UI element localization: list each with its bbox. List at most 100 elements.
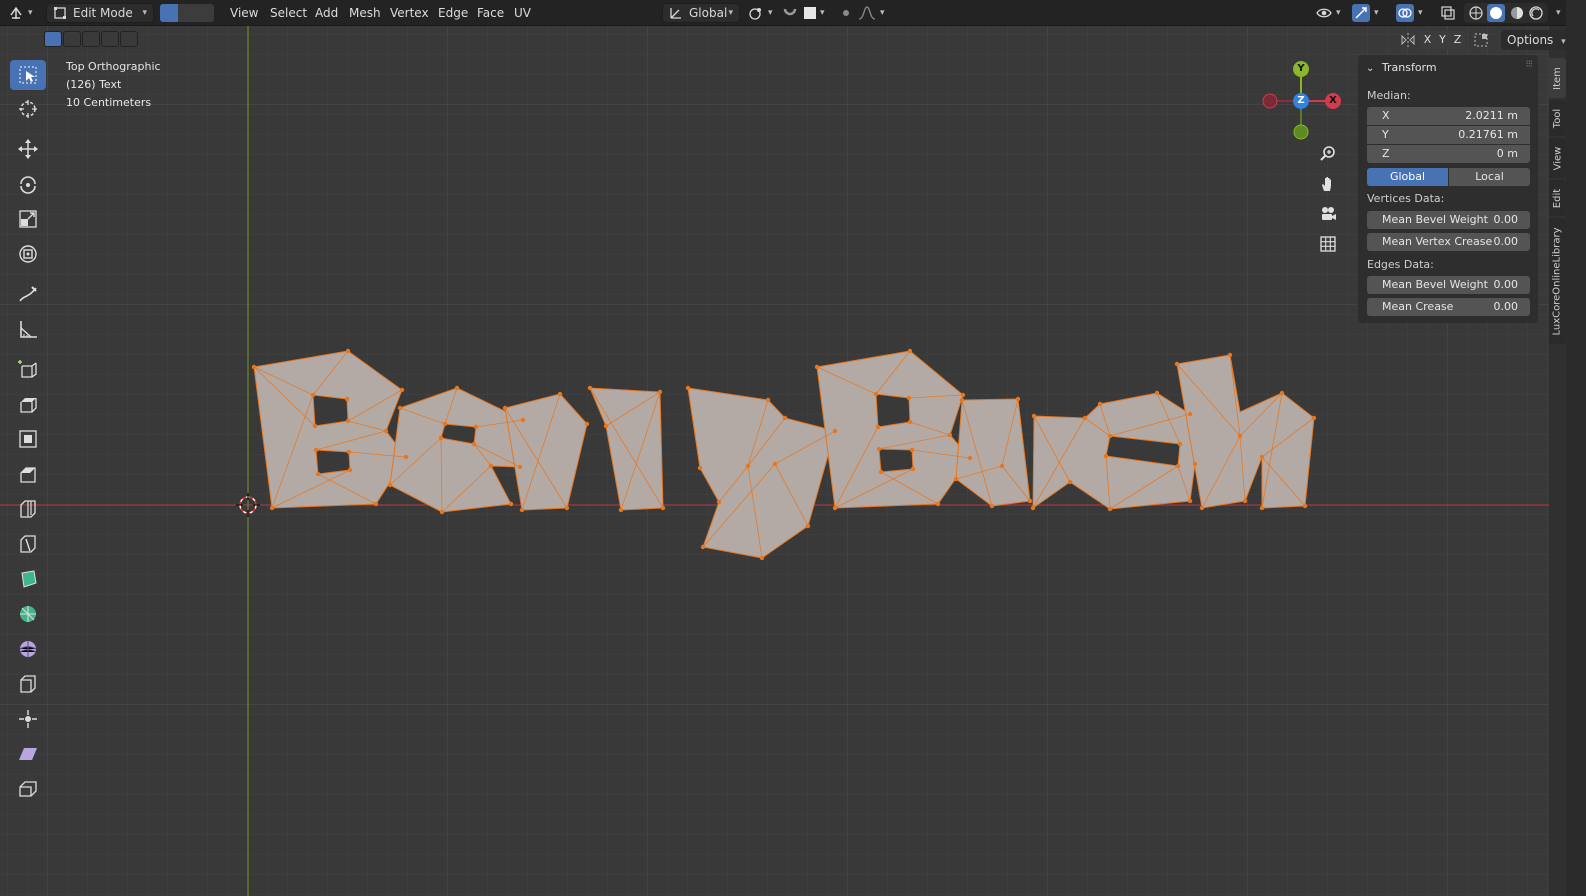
select-new-button[interactable] [44,31,62,47]
select-invert-button[interactable] [101,31,119,47]
tab-luxcore-online-library[interactable]: LuxCoreOnlineLibrary [1549,218,1566,344]
zoom-button[interactable] [1315,141,1341,167]
solid-shading-icon[interactable] [1487,4,1506,22]
cursor-tool[interactable] [10,94,46,124]
bevel-icon [20,467,36,483]
menu-view[interactable]: View [226,3,262,23]
editor-type-button[interactable]: ▾ [8,3,33,23]
edge-select-button[interactable] [178,4,196,22]
gizmo-toggle[interactable]: ▾ [1352,3,1379,23]
scale-tool[interactable] [10,204,46,234]
wireframe-shading-icon[interactable] [1468,5,1484,21]
proportional-edit-toggle[interactable] [838,3,854,23]
select-mode-group [160,3,218,23]
smooth-icon [19,641,37,657]
transform-icon [19,245,37,263]
select-extend-button[interactable] [63,31,81,47]
edge-bevel-weight-field[interactable]: Mean Bevel Weight 0.00 [1367,276,1530,294]
material-shading-icon[interactable] [1509,5,1525,21]
rotate-tool[interactable] [10,169,46,199]
spin-tool[interactable] [10,599,46,629]
gizmo-y-axis[interactable]: Y [1293,61,1309,77]
poly-build-tool[interactable] [10,564,46,594]
drag-handle-icon[interactable]: ⁝⁝⁝ [1525,59,1532,70]
bevel-tool[interactable] [10,459,46,489]
menu-add[interactable]: Add [311,3,342,23]
tab-tool[interactable]: Tool [1549,100,1566,136]
median-y-value: 0.21761 m [1458,128,1518,141]
visibility-dropdown[interactable]: ▾ [1316,3,1341,23]
median-z-field[interactable]: Z 0 m [1367,145,1530,163]
menu-select[interactable]: Select [266,3,311,23]
transform-panel-header[interactable]: ⌄ Transform [1366,59,1437,77]
add-cube-icon [18,360,37,378]
extrude-tool[interactable] [10,389,46,419]
mode-dropdown[interactable]: Edit Mode ▾ [46,3,154,23]
tab-luxcore-label: LuxCoreOnlineLibrary [1552,226,1563,336]
shrink-fatten-tool[interactable] [10,704,46,734]
menu-uv[interactable]: UV [510,3,535,23]
snap-toggle[interactable] [782,3,798,23]
edge-crease-field[interactable]: Mean Crease 0.00 [1367,298,1530,316]
vertex-bevel-weight-key: Mean Bevel Weight [1382,213,1488,226]
tab-view[interactable]: View [1549,138,1566,178]
annotate-tool[interactable] [10,279,46,309]
menu-face[interactable]: Face [473,3,508,23]
mirror-y-button[interactable]: Y [1435,31,1450,49]
topology-mirror-icon[interactable] [1473,32,1489,48]
orientation-dropdown[interactable]: Global ▾ [662,3,740,23]
space-local-button[interactable]: Local [1449,168,1530,186]
tab-item[interactable]: Item [1549,58,1566,98]
tab-edit[interactable]: Edit [1549,180,1566,216]
rendered-shading-icon[interactable] [1528,5,1544,21]
median-z-key: Z [1382,147,1390,160]
median-label: Median: [1367,89,1411,102]
measure-tool[interactable] [10,314,46,344]
smooth-tool[interactable] [10,634,46,664]
pan-button[interactable] [1315,171,1341,197]
inset-tool[interactable] [10,424,46,454]
vertex-crease-field[interactable]: Mean Vertex Crease 0.00 [1367,233,1530,251]
shading-options-dropdown[interactable]: ▾ [1552,3,1561,23]
vertex-crease-key: Mean Vertex Crease [1382,235,1493,248]
select-box-tool[interactable] [10,60,46,90]
tab-tool-label: Tool [1552,108,1563,128]
falloff-dropdown[interactable]: ▾ [858,3,885,23]
xray-toggle[interactable] [1440,3,1456,23]
gizmo-x-axis[interactable]: X [1325,93,1341,109]
3d-viewport[interactable]: Top Orthographic (126) Text 10 Centimete… [0,26,1549,896]
vertex-bevel-weight-field[interactable]: Mean Bevel Weight 0.00 [1367,211,1530,229]
gizmo-z-axis[interactable]: Z [1293,93,1309,109]
camera-view-button[interactable] [1315,201,1341,227]
edge-slide-tool[interactable] [10,669,46,699]
pivot-point-button[interactable]: ▾ [748,3,773,23]
add-cube-tool[interactable] [10,354,46,384]
options-dropdown[interactable]: Options ▾ [1501,30,1572,50]
perspective-toggle-button[interactable] [1315,231,1341,257]
median-x-field[interactable]: X 2.0211 m [1367,107,1530,125]
proportional-icon [843,10,849,16]
menu-mesh[interactable]: Mesh [345,3,385,23]
knife-tool[interactable] [10,529,46,559]
menu-vertex[interactable]: Vertex [386,3,433,23]
space-global-button[interactable]: Global [1367,168,1448,186]
overlays-toggle[interactable]: ▾ [1396,3,1423,23]
options-label: Options [1507,33,1554,47]
face-select-button[interactable] [196,4,214,22]
move-tool[interactable] [10,134,46,164]
navigation-gizmo[interactable]: Y X Z [1258,58,1346,142]
mirror-z-button[interactable]: Z [1450,31,1465,49]
median-y-field[interactable]: Y 0.21761 m [1367,126,1530,144]
select-subtract-button[interactable] [82,31,100,47]
loop-cut-tool[interactable] [10,494,46,524]
mirror-x-button[interactable]: X [1420,31,1435,49]
menu-edge[interactable]: Edge [434,3,472,23]
snap-target-dropdown[interactable]: ▾ [804,3,825,23]
vertex-select-button[interactable] [160,4,178,22]
rip-region-tool[interactable] [10,774,46,804]
gizmo-icon [1352,4,1370,22]
select-intersect-button[interactable] [120,31,138,47]
chevron-down-icon: ▾ [1561,37,1566,47]
transform-tool[interactable] [10,239,46,269]
shear-tool[interactable] [10,739,46,769]
